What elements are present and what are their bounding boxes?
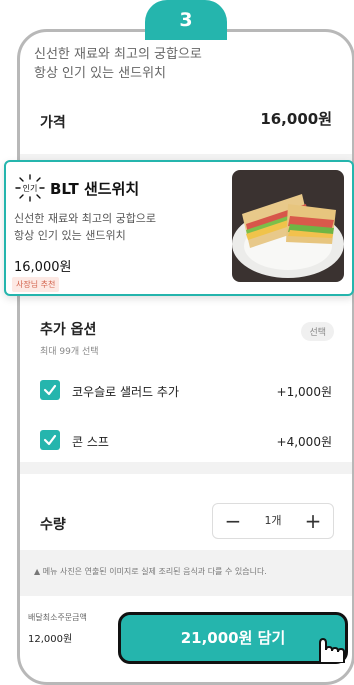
item-description-line2: 항상 인기 있는 샌드위치 xyxy=(34,66,166,81)
product-description: 신선한 재료와 최고의 궁합으로 항상 인기 있는 샌드위치 xyxy=(14,210,156,244)
product-card[interactable]: 인기 BLT 샌드위치 신선한 재료와 최고의 궁합으로 항상 인기 있는 샌드… xyxy=(4,160,354,296)
owner-recommend-badge: 사장님 추천 xyxy=(12,277,60,292)
checkbox-checked-icon[interactable] xyxy=(40,380,60,400)
options-optional-badge: 선택 xyxy=(301,322,334,341)
checkbox-checked-icon[interactable] xyxy=(40,430,60,450)
quantity-value: 1개 xyxy=(264,514,282,527)
option-row-corn-soup[interactable]: 콘 스프 +4,000원 xyxy=(40,430,332,452)
product-description-line2: 항상 인기 있는 샌드위치 xyxy=(14,229,126,242)
item-description: 신선한 재료와 최고의 궁합으로 항상 인기 있는 샌드위치 xyxy=(34,45,202,83)
minus-button[interactable]: − xyxy=(213,504,253,538)
popular-burst-icon: 인기 xyxy=(15,174,45,202)
options-title: 추가 옵션 xyxy=(40,322,97,338)
option-price: +1,000원 xyxy=(276,385,332,399)
option-row-coleslaw[interactable]: 코우슬로 샐러드 추가 +1,000원 xyxy=(40,380,332,402)
item-description-line1: 신선한 재료와 최고의 궁합으로 xyxy=(34,47,202,62)
product-description-line1: 신선한 재료와 최고의 궁합으로 xyxy=(14,212,157,225)
popular-label: 인기 xyxy=(23,183,38,193)
warning-icon: ▲ xyxy=(34,567,41,576)
quantity-stepper[interactable]: − 1개 + xyxy=(212,503,334,539)
product-price: 16,000원 xyxy=(14,260,72,275)
phone-frame: 신선한 재료와 최고의 궁합으로 항상 인기 있는 샌드위치 가격 16,000… xyxy=(17,29,354,685)
options-subtitle: 최대 99개 선택 xyxy=(40,347,99,357)
notice-bar: ▲ 메뉴 사진은 연출된 이미지로 실제 조리된 음식과 다를 수 있습니다. xyxy=(20,550,352,596)
sandwich-image xyxy=(232,170,344,282)
min-order-label: 배달최소주문금액 xyxy=(28,613,87,622)
option-label: 코우슬로 샐러드 추가 xyxy=(72,385,179,399)
price-label: 가격 xyxy=(40,115,66,131)
price-value: 16,000원 xyxy=(260,110,332,128)
notice-text: 메뉴 사진은 연출된 이미지로 실제 조리된 음식과 다를 수 있습니다. xyxy=(42,567,267,576)
notice-text-wrap: ▲ 메뉴 사진은 연출된 이미지로 실제 조리된 음식과 다를 수 있습니다. xyxy=(34,566,346,577)
plus-button[interactable]: + xyxy=(293,504,333,538)
hand-pointer-icon xyxy=(319,637,345,663)
option-price: +4,000원 xyxy=(276,435,332,449)
min-order-value: 12,000원 xyxy=(28,634,73,645)
section-divider xyxy=(20,462,352,474)
quantity-label: 수량 xyxy=(40,517,66,533)
step-number-badge: 3 xyxy=(145,0,227,40)
product-title: BLT 샌드위치 xyxy=(50,180,140,198)
option-label: 콘 스프 xyxy=(72,435,109,449)
